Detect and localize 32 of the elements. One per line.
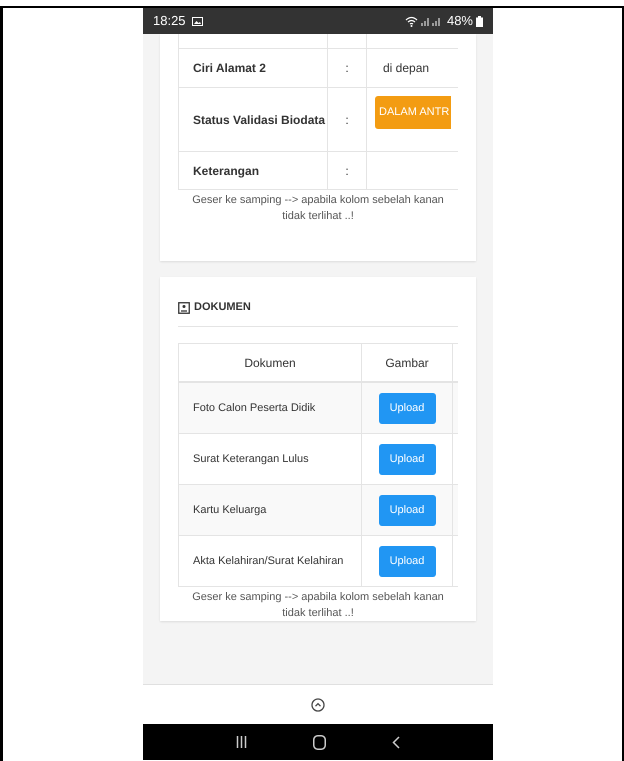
upload-button[interactable]: Upload: [378, 494, 436, 526]
signal-icon: [420, 16, 443, 26]
image-icon: [192, 16, 203, 26]
status-badge: DALAM ANTR: [375, 96, 452, 128]
document-name: Surat Keterangan Lulus: [193, 452, 309, 467]
upload-button[interactable]: Upload: [378, 444, 436, 474]
column-header: Gambar: [385, 354, 429, 372]
clock-text: 18:25: [153, 12, 186, 30]
recent-apps-icon[interactable]: [236, 736, 247, 748]
field-label: Status Validasi Biodata: [193, 112, 326, 128]
scroll-hint: Geser ke samping --> apabila kolom sebelah kanan tidak terlihat ..!: [191, 590, 445, 621]
document-name: Foto Calon Peserta Didik: [193, 400, 316, 416]
document-name: Akta Kelahiran/Surat Kelahiran: [193, 554, 344, 569]
battery-icon: [476, 16, 483, 26]
home-icon[interactable]: [313, 734, 326, 750]
back-icon[interactable]: [392, 736, 400, 748]
separator-text: :: [345, 112, 349, 128]
field-label: Keterangan: [193, 162, 260, 180]
separator-text: :: [345, 60, 349, 77]
scroll-hint: Geser ke samping --> apabila kolom sebelah kanan tidak terlihat ..!: [191, 193, 445, 224]
battery-percent: 48%: [446, 12, 473, 30]
upload-button[interactable]: Upload: [378, 546, 436, 576]
field-label: Ciri Alamat 2: [193, 60, 266, 77]
upload-button[interactable]: Upload: [378, 392, 436, 424]
scroll-up-icon[interactable]: [311, 698, 325, 712]
document-name: Kartu Keluarga: [193, 502, 266, 518]
separator-text: :: [345, 162, 349, 180]
wifi-icon: [404, 16, 418, 26]
id-card-icon: [178, 302, 190, 314]
column-header: Dokumen: [244, 354, 296, 372]
field-value: di depan: [383, 60, 430, 77]
section-title: DOKUMEN: [194, 300, 251, 316]
